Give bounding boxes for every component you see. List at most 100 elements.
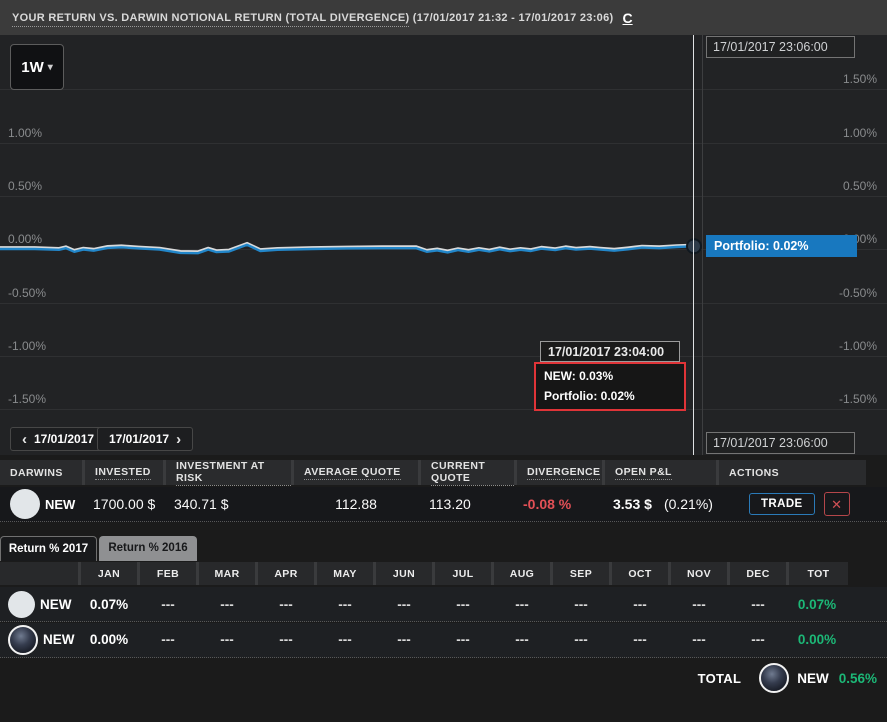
y-axis-label-left: -1.00% xyxy=(8,339,47,353)
month-return-value: --- xyxy=(220,632,234,647)
month-header-oct: OCT xyxy=(612,562,671,585)
y-axis-label-right: -1.50% xyxy=(838,392,877,406)
column-header-label: DARWINS xyxy=(10,466,63,479)
month-header-jun: JUN xyxy=(376,562,435,585)
month-return-value: --- xyxy=(456,596,470,612)
invested-value: 1700.00 $ xyxy=(93,496,156,512)
month-header-jan: JAN xyxy=(81,562,140,585)
invested-cell: 1700.00 $ xyxy=(85,496,166,512)
column-header-label: ACTIONS xyxy=(729,466,780,479)
column-header-average-quote: AVERAGE QUOTE xyxy=(294,460,421,485)
column-header-investment-at-risk: INVESTMENT AT RISK xyxy=(166,460,294,486)
close-position-button[interactable]: ✕ xyxy=(823,492,850,516)
month-return-value: --- xyxy=(338,632,352,647)
month-return-value: --- xyxy=(633,632,647,647)
axis-date-top: 17/01/2017 23:06:00 xyxy=(706,36,855,58)
month-header-empty xyxy=(0,562,81,585)
tooltip-box: NEW: 0.03% Portfolio: 0.02% xyxy=(534,362,686,411)
month-return-value: --- xyxy=(161,632,175,647)
tab-return-2016[interactable]: Return % 2016 xyxy=(99,536,197,561)
tooltip-date: 17/01/2017 23:04:00 xyxy=(540,341,680,362)
average-quote-value: 112.88 xyxy=(335,496,377,512)
investment-at-risk-cell: 340.71 $ xyxy=(166,496,294,512)
column-header-invested: INVESTED xyxy=(85,460,166,485)
y-axis-label-right: 1.50% xyxy=(842,72,877,86)
next-date-label: 17/01/2017 xyxy=(109,432,170,446)
total-footer: TOTAL NEW 0.56% xyxy=(0,658,887,698)
crosshair-line xyxy=(693,35,694,455)
y-axis-label-right: 1.00% xyxy=(842,126,877,140)
month-header-apr: APR xyxy=(258,562,317,585)
monthly-return-row: NEW 0.00% --- --- --- --- --- --- --- --- --- --- --… xyxy=(0,622,887,658)
column-header-open-p-l: OPEN P&L xyxy=(605,460,719,485)
tooltip-new-value: NEW: 0.03% xyxy=(544,369,614,383)
y-axis-label-left: 1.00% xyxy=(8,126,43,140)
month-return-value: --- xyxy=(397,596,411,612)
darwin-name: NEW xyxy=(40,596,72,612)
month-return-value: 0.00% xyxy=(89,632,129,647)
month-header-feb: FEB xyxy=(140,562,199,585)
current-quote-value: 113.20 xyxy=(429,496,471,512)
page-title: YOUR RETURN VS. DARWIN NOTIONAL RETURN (… xyxy=(12,11,614,27)
darwin-name-cell[interactable]: NEW xyxy=(0,624,81,655)
y-axis-label-left: -0.50% xyxy=(8,286,47,300)
darwin-name: NEW xyxy=(43,632,75,647)
column-header-label: DIVERGENCE xyxy=(527,465,601,480)
timeframe-dropdown[interactable]: 1W ▾ xyxy=(10,44,64,90)
average-quote-cell: 112.88 xyxy=(294,496,421,512)
position-darwin-cell[interactable]: NEW xyxy=(0,489,85,519)
portfolio-value-tag: Portfolio: 0.02% xyxy=(706,235,857,257)
trade-button[interactable]: TRADE xyxy=(749,493,815,515)
next-date-button[interactable]: 17/01/2017 › xyxy=(97,427,194,451)
y-axis-label-left: 0.50% xyxy=(8,179,43,193)
month-return-value: --- xyxy=(751,632,765,647)
column-header-label: AVERAGE QUOTE xyxy=(304,465,401,480)
tooltip-portfolio-value: Portfolio: 0.02% xyxy=(544,389,635,403)
timeframe-label: 1W xyxy=(21,58,44,76)
chart-title-text: YOUR RETURN VS. DARWIN NOTIONAL RETURN (… xyxy=(12,11,410,27)
position-row: NEW 1700.00 $ 340.71 $ 112.88 113.20 -0.… xyxy=(0,487,887,522)
month-return-value: --- xyxy=(220,596,234,612)
month-return-value: --- xyxy=(574,596,588,612)
actions-cell: TRADE ✕ xyxy=(719,492,866,516)
cursor-marker xyxy=(686,238,702,255)
refresh-icon[interactable]: C xyxy=(623,10,633,26)
month-header-may: MAY xyxy=(317,562,376,585)
divergence-chart[interactable]: 1W ▾ 17/01/2017 23:06:00 17/01/2017 23:0… xyxy=(0,35,887,455)
app-window: YOUR RETURN VS. DARWIN NOTIONAL RETURN (… xyxy=(0,0,887,722)
darwin-avatar xyxy=(8,590,35,618)
tab-return-2017[interactable]: Return % 2017 xyxy=(0,536,97,561)
axis-date-bottom: 17/01/2017 23:06:00 xyxy=(706,432,855,454)
month-header-sep: SEP xyxy=(553,562,612,585)
column-header-current-quote: CURRENT QUOTE xyxy=(421,460,517,486)
open-pl-cell: 3.53 $ (0.21%) xyxy=(605,496,719,512)
chevron-right-icon: › xyxy=(176,430,182,448)
month-return-value: --- xyxy=(515,632,529,647)
month-return-value: --- xyxy=(279,632,293,647)
darwin-avatar xyxy=(759,663,790,693)
month-return-value: --- xyxy=(692,632,706,647)
darwin-avatar xyxy=(8,624,38,655)
prev-date-button[interactable]: ‹ 17/01/2017 xyxy=(10,427,107,451)
chart-date-range: (17/01/2017 21:32 - 17/01/2017 23:06) xyxy=(412,11,614,24)
month-return-value: --- xyxy=(338,596,352,612)
open-pl-percent: (0.21%) xyxy=(663,496,713,512)
total-return-value: 0.56% xyxy=(838,670,877,686)
y-axis-label-right: -1.00% xyxy=(838,339,877,353)
month-return-value: --- xyxy=(279,596,293,612)
month-return-value: --- xyxy=(751,596,765,612)
chart-header-bar: YOUR RETURN VS. DARWIN NOTIONAL RETURN (… xyxy=(0,0,887,35)
month-header-aug: AUG xyxy=(494,562,553,585)
total-return-value: 0.07% xyxy=(797,596,837,612)
y-axis-label-right: 0.50% xyxy=(842,179,877,193)
months-table-header: JAN FEB MAR APR MAY JUN JUL AUG SEP OCT NOV DEC TOT xyxy=(0,562,887,585)
y-axis-label-right: -0.50% xyxy=(838,286,877,300)
darwin-name: NEW xyxy=(797,670,829,686)
month-return-value: --- xyxy=(515,596,529,612)
open-pl-value: 3.53 $ xyxy=(613,496,652,512)
darwin-name-cell[interactable]: NEW xyxy=(0,590,81,618)
current-quote-cell: 113.20 xyxy=(421,496,517,512)
total-label: TOTAL xyxy=(697,670,742,686)
column-header-actions: ACTIONS xyxy=(719,460,866,485)
month-return-value: --- xyxy=(456,632,470,647)
